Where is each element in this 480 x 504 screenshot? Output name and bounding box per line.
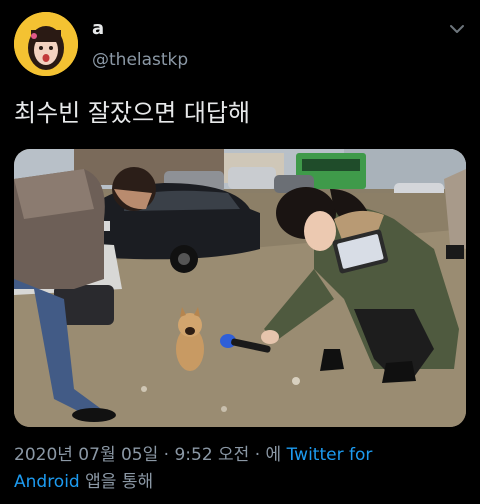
user-handle[interactable]: @thelastkp [92,50,188,70]
source-suffix: 앱을 통해 [85,472,154,492]
tweet-text: 최수빈 잘잤으면 대답해 [14,99,251,127]
tweet-photo[interactable] [14,149,466,427]
tweet-timestamp: 2020년 07월 05일 · 9:52 오전 · 에 [14,445,282,465]
tweet-meta: 2020년 07월 05일 · 9:52 오전 · 에 Twitter for … [14,442,454,496]
source-link-android[interactable]: Android [14,472,80,492]
display-name[interactable]: a [92,18,104,39]
chevron-down-icon[interactable] [448,20,466,38]
source-link-twitter-for[interactable]: Twitter for [287,445,373,465]
avatar-portrait [14,12,78,76]
avatar[interactable] [14,12,78,76]
